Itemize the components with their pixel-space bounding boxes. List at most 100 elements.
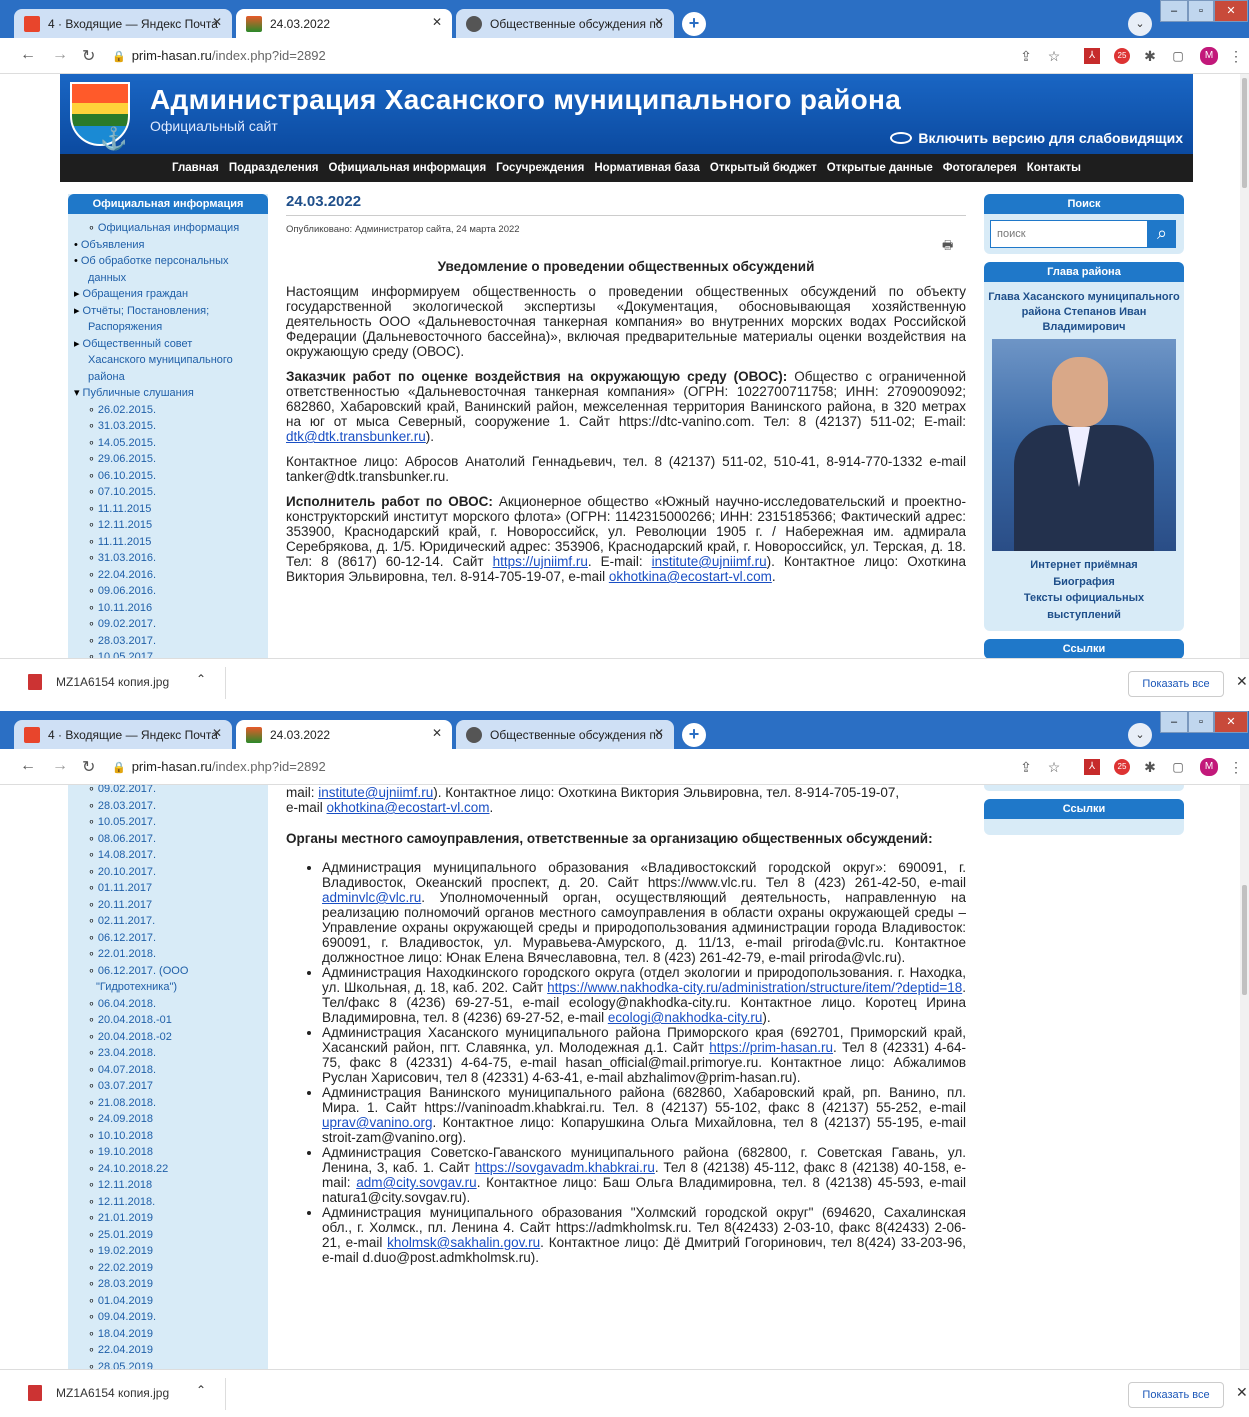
nav-gallery[interactable]: Фотогалерея [943, 162, 1017, 174]
reload-icon[interactable]: ↻ [82, 757, 95, 777]
sidebar-menu-item[interactable]: 20.10.2017. [74, 864, 262, 881]
site-title[interactable]: Администрация Хасанского муниципального … [150, 84, 901, 116]
bookmark-star-icon[interactable]: ☆ [1046, 48, 1062, 64]
nav-home[interactable]: Главная [172, 162, 219, 174]
url-field[interactable]: 🔒 prim-hasan.ru/index.php?id=2892 [112, 44, 992, 68]
sidebar-menu-item[interactable]: 10.10.2018 [74, 1128, 262, 1145]
page-scrollbar[interactable] [1240, 785, 1249, 1369]
close-window-button[interactable]: ✕ [1214, 711, 1248, 733]
sidebar-menu-item[interactable]: 10.05.2017. [74, 814, 262, 831]
print-icon[interactable]: 🖶 [942, 238, 953, 253]
email-link[interactable]: institute@ujniimf.ru [652, 554, 767, 569]
sidebar-menu-item[interactable]: 19.10.2018 [74, 1144, 262, 1161]
back-icon[interactable]: ← [20, 757, 36, 775]
nav-open-data[interactable]: Открытые данные [827, 162, 933, 174]
close-icon[interactable]: ✕ [1236, 1384, 1248, 1401]
chevron-up-icon[interactable]: ⌃ [196, 672, 206, 686]
scroll-thumb[interactable] [1242, 885, 1247, 995]
sidebar-menu-item[interactable]: 26.02.2015. [74, 402, 262, 419]
adblock-extension-icon[interactable]: 25 [1114, 48, 1130, 64]
accessibility-link[interactable]: Включить версию для слабовидящих [890, 130, 1183, 146]
show-all-button[interactable]: Показать все [1128, 1382, 1224, 1408]
link-speeches[interactable]: Тексты официальных выступлений [988, 590, 1180, 623]
link-biography[interactable]: Биография [988, 574, 1180, 591]
site-link[interactable]: https://ujniimf.ru [493, 554, 588, 569]
download-item[interactable]: MZ1A6154 копия.jpg [28, 674, 169, 690]
sidebar-menu-item[interactable]: Публичные слушания [74, 385, 262, 402]
close-tab-icon[interactable]: ✕ [212, 726, 222, 740]
sidebar-menu-item[interactable]: Общественный совет [74, 336, 262, 353]
bookmark-star-icon[interactable]: ☆ [1046, 759, 1062, 775]
close-tab-icon[interactable]: ✕ [212, 15, 222, 29]
close-tab-icon[interactable]: ✕ [432, 15, 442, 29]
sidebar-menu-item[interactable]: 20.11.2017 [74, 897, 262, 914]
link-internet-reception[interactable]: Интернет приёмная [988, 557, 1180, 574]
adblock-extension-icon[interactable]: 25 [1114, 759, 1130, 775]
extensions-puzzle-icon[interactable]: ✱ [1142, 759, 1158, 775]
profile-avatar[interactable]: M [1200, 47, 1218, 65]
chevron-up-icon[interactable]: ⌃ [196, 1383, 206, 1397]
nav-contacts[interactable]: Контакты [1027, 162, 1081, 174]
sidebar-menu-item[interactable]: 22.01.2018. [74, 946, 262, 963]
profile-avatar[interactable]: M [1200, 758, 1218, 776]
sidebar-menu-item[interactable]: 23.04.2018. [74, 1045, 262, 1062]
sidebar-menu-item[interactable]: 22.02.2019 [74, 1260, 262, 1277]
sidebar-menu-item[interactable]: 09.02.2017. [74, 785, 262, 798]
scroll-thumb[interactable] [1242, 78, 1247, 188]
email-link[interactable]: ecologi@nakhodka-city.ru [608, 1010, 763, 1025]
sidebar-menu-item[interactable]: 24.10.2018.22 [74, 1161, 262, 1178]
tab-current[interactable]: 24.03.2022 ✕ [236, 720, 452, 749]
close-tab-icon[interactable]: ✕ [654, 15, 664, 29]
sidebar-menu-item[interactable]: 22.04.2019 [74, 1342, 262, 1359]
sidebar-menu-item[interactable]: 01.04.2019 [74, 1293, 262, 1310]
menu-kebab-icon[interactable]: ⋮ [1228, 48, 1244, 64]
sidebar-menu-item[interactable]: Отчёты; Постановления; [74, 303, 262, 320]
sidebar-menu-item[interactable]: 03.07.2017 [74, 1078, 262, 1095]
tab-mail[interactable]: 4 · Входящие — Яндекс Почта ✕ [14, 720, 232, 749]
sidebar-menu-item[interactable]: 28.03.2017. [74, 798, 262, 815]
sidebar-menu-item[interactable]: 28.05.2019 [74, 1359, 262, 1370]
close-window-button[interactable]: ✕ [1214, 0, 1248, 22]
sidebar-menu-item[interactable]: 12.11.2018. [74, 1194, 262, 1211]
email-link[interactable]: adminvlc@vlc.ru [322, 890, 421, 905]
tab-mail[interactable]: 4 · Входящие — Яндекс Почта ✕ [14, 9, 232, 38]
sidebar-menu-item[interactable]: 24.09.2018 [74, 1111, 262, 1128]
sidebar-menu-item[interactable]: Распоряжения [74, 319, 262, 336]
sidebar-menu-item[interactable]: 21.01.2019 [74, 1210, 262, 1227]
close-icon[interactable]: ✕ [1236, 673, 1248, 690]
new-tab-button[interactable]: + [682, 723, 706, 747]
sidebar-menu-item[interactable]: 21.08.2018. [74, 1095, 262, 1112]
maximize-button[interactable]: ▫ [1188, 0, 1214, 22]
sidebar-menu-item[interactable]: 04.07.2018. [74, 1062, 262, 1079]
site-link[interactable]: https://sovgavadm.khabkrai.ru [475, 1160, 655, 1175]
maximize-button[interactable]: ▫ [1188, 711, 1214, 733]
sidebar-menu-item[interactable]: 01.11.2017 [74, 880, 262, 897]
sidebar-menu-item[interactable]: района [74, 369, 262, 386]
sidebar-menu-item[interactable]: "Гидротехника") [74, 979, 262, 996]
sidebar-menu-item[interactable]: 02.11.2017. [74, 913, 262, 930]
tab-search-icon[interactable]: ⌄ [1128, 12, 1152, 36]
sidebar-menu-item[interactable]: данных [74, 270, 262, 287]
forward-icon[interactable]: → [52, 46, 68, 64]
sidebar-menu-item[interactable]: Официальная информация [74, 220, 262, 237]
email-link[interactable]: kholmsk@sakhalin.gov.ru [387, 1235, 540, 1250]
menu-kebab-icon[interactable]: ⋮ [1228, 759, 1244, 775]
sidebar-menu-item[interactable]: 28.03.2017. [74, 633, 262, 650]
nav-open-budget[interactable]: Открытый бюджет [710, 162, 817, 174]
back-icon[interactable]: ← [20, 46, 36, 64]
sidebar-menu-item[interactable]: 12.11.2018 [74, 1177, 262, 1194]
url-field[interactable]: 🔒 prim-hasan.ru/index.php?id=2892 [112, 755, 992, 779]
sidebar-menu-item[interactable]: 20.04.2018.-02 [74, 1029, 262, 1046]
sidebar-menu-item[interactable]: 10.11.2016 [74, 600, 262, 617]
sidebar-menu-item[interactable]: 07.10.2015. [74, 484, 262, 501]
email-link[interactable]: okhotkina@ecostart-vl.com [327, 800, 490, 815]
sidebar-menu-item[interactable]: 06.12.2017. (ООО [74, 963, 262, 980]
sidebar-menu-item[interactable]: Объявления [74, 237, 262, 254]
sidebar-menu-item[interactable]: 18.04.2019 [74, 1326, 262, 1343]
close-tab-icon[interactable]: ✕ [654, 726, 664, 740]
sidebar-menu-item[interactable]: 08.06.2017. [74, 831, 262, 848]
nav-divisions[interactable]: Подразделения [229, 162, 319, 174]
reload-icon[interactable]: ↻ [82, 46, 95, 66]
new-tab-button[interactable]: + [682, 12, 706, 36]
sidepanel-icon[interactable]: ▢ [1170, 759, 1186, 775]
